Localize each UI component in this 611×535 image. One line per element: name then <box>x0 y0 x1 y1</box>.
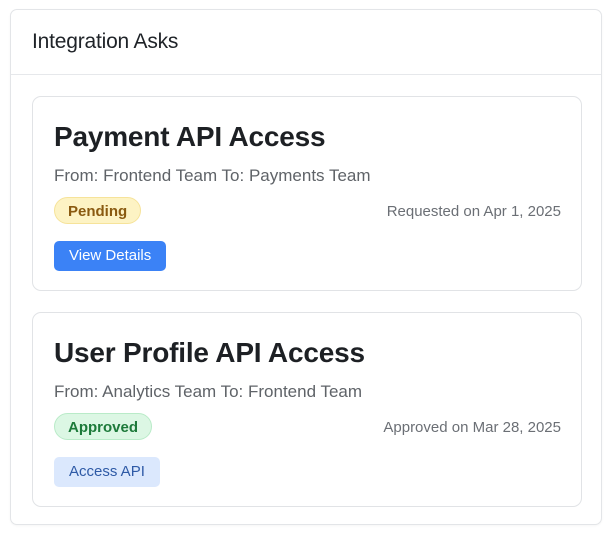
request-teams: From: Analytics Team To: Frontend Team <box>54 382 363 401</box>
request-title: User Profile API Access <box>54 337 365 368</box>
panel-title: Integration Asks <box>32 30 179 53</box>
access-api-button[interactable]: Access API <box>54 457 160 487</box>
request-teams: From: Frontend Team To: Payments Team <box>54 166 371 185</box>
panel-header: Integration Asks <box>11 10 601 75</box>
status-badge-pending: Pending <box>54 197 142 224</box>
request-card: User Profile API Access From: Analytics … <box>32 312 582 507</box>
request-date: Requested on Apr 1, 2025 <box>386 203 561 220</box>
status-badge-approved: Approved <box>54 413 153 440</box>
approval-date: Approved on Mar 28, 2025 <box>383 419 561 436</box>
view-details-button[interactable]: View Details <box>54 241 167 271</box>
request-title: Payment API Access <box>54 121 326 152</box>
integration-asks-panel: Integration Asks Payment API Access From… <box>10 9 602 525</box>
request-card: Payment API Access From: Frontend Team T… <box>32 96 582 291</box>
